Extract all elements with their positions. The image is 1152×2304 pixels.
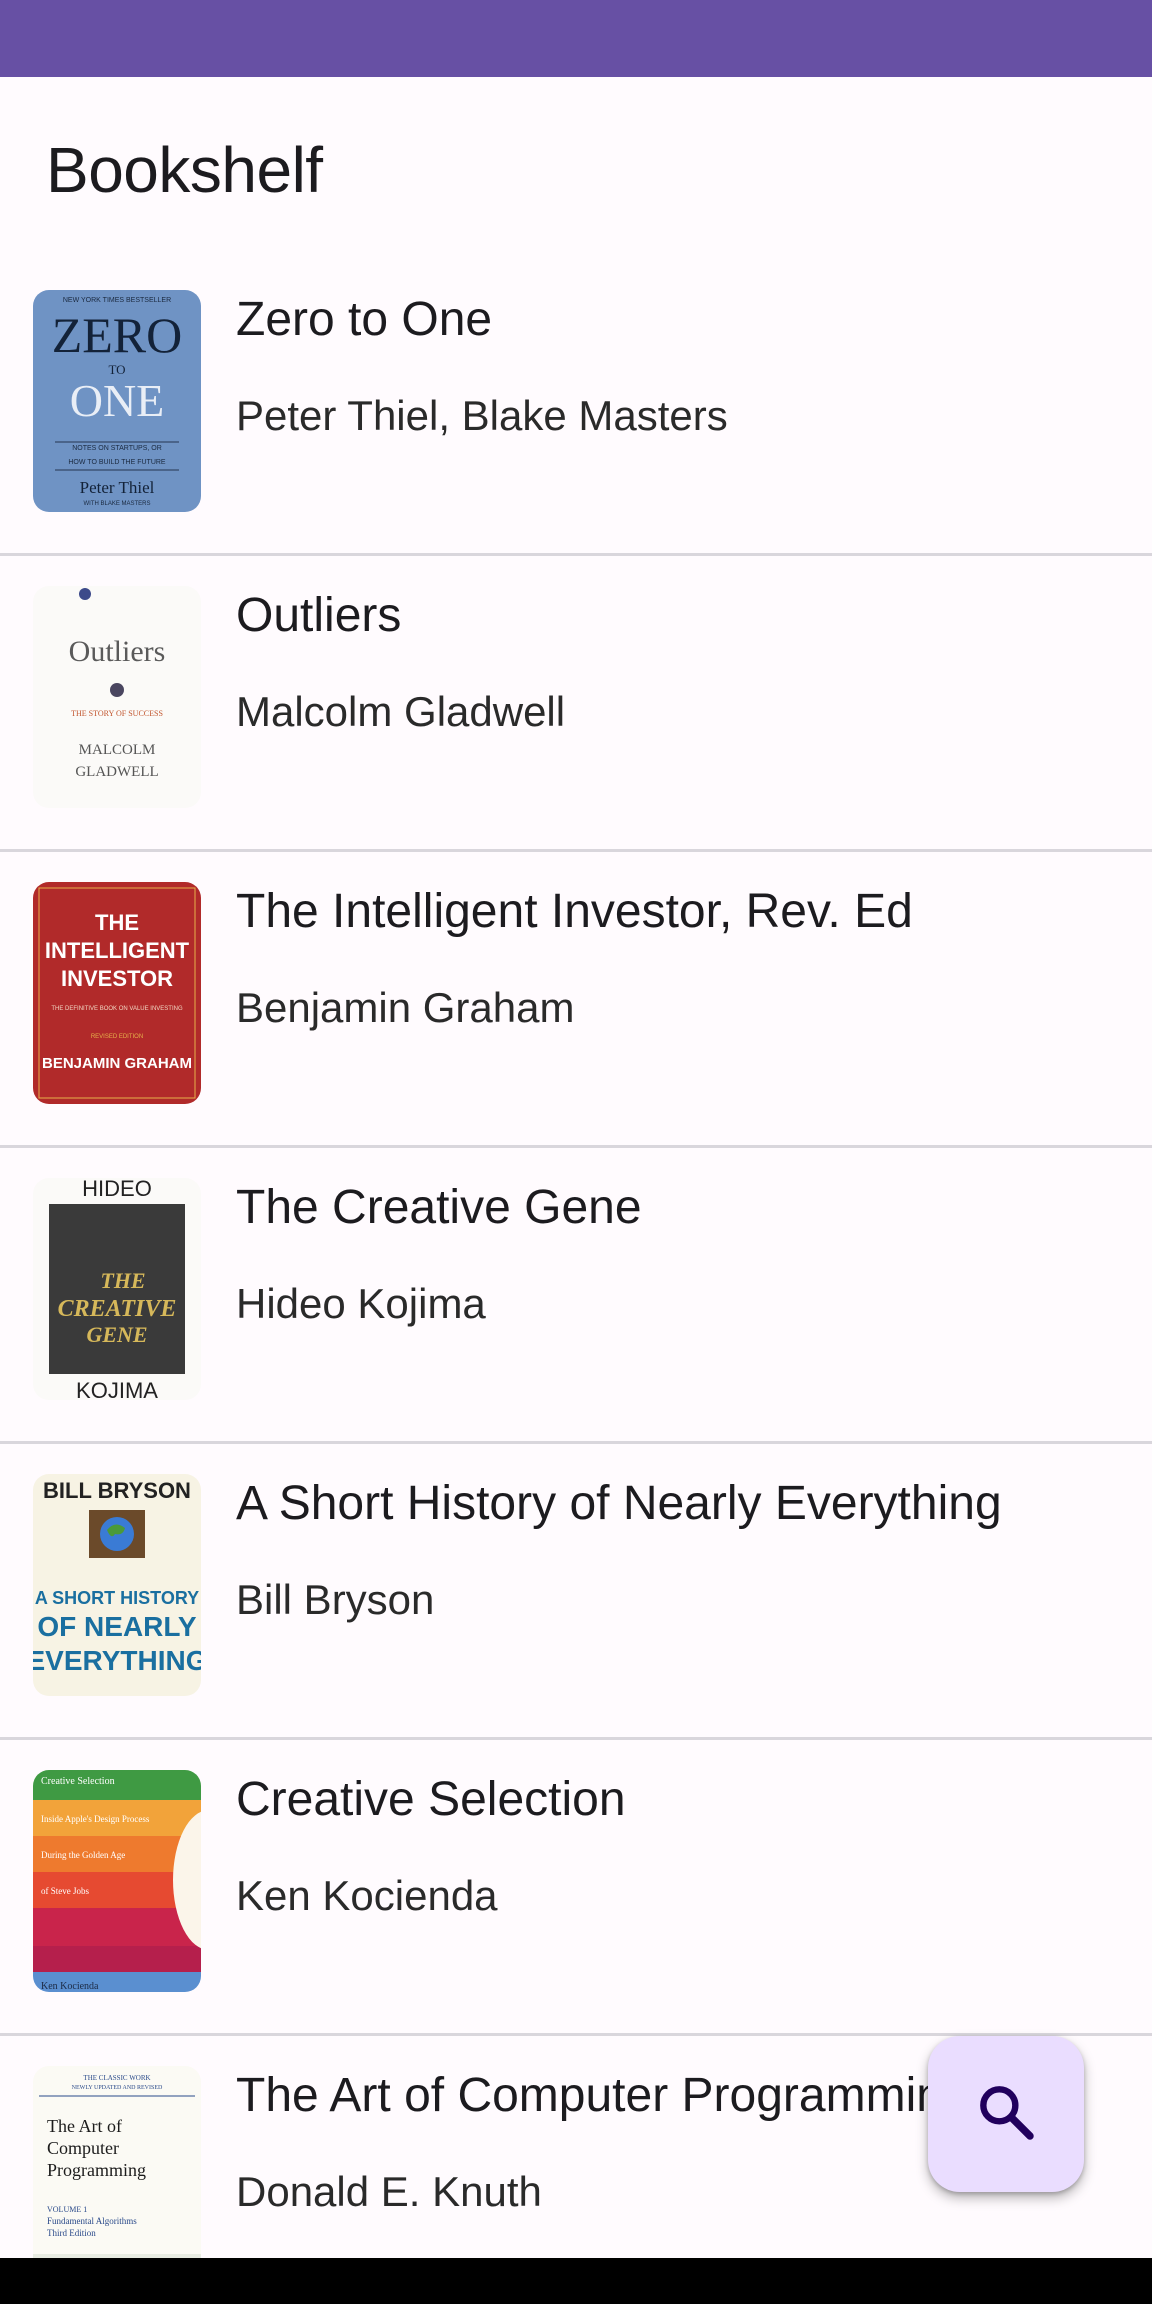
cover-text: NOTES ON STARTUPS, OR [72, 445, 162, 452]
cover-text: EVERYTHING [33, 1645, 201, 1676]
cover-text: OF NEARLY [37, 1611, 197, 1642]
book-cover-image: BILL BRYSON A SHORT HISTORY OF NEARLY EV… [33, 1474, 201, 1696]
cover-text: Fundamental Algorithms [47, 2216, 137, 2226]
cover-text: REVISED EDITION [91, 1034, 143, 1040]
book-cover-image: THE CLASSIC WORK NEWLY UPDATED AND REVIS… [33, 2066, 201, 2258]
cover-text: BENJAMIN GRAHAM [42, 1055, 192, 1072]
book-author: Peter Thiel, Blake Masters [236, 392, 728, 439]
book-cover-image: HIDEO THE CREATIVE GENE KOJIMA [33, 1178, 201, 1400]
cover-text: Computer [47, 2138, 119, 2158]
status-bar [0, 0, 1152, 77]
cover-text: Creative Selection [41, 1776, 115, 1787]
book-author: Bill Bryson [236, 1576, 435, 1623]
book-cover-image: THE INTELLIGENT INVESTOR THE DEFINITIVE … [33, 882, 201, 1104]
book-row[interactable]: Outliers THE STORY OF SUCCESS MALCOLM GL… [0, 556, 1152, 852]
cover-text: Inside Apple's Design Process [41, 1814, 150, 1824]
cover-text: NEW YORK TIMES BESTSELLER [63, 297, 171, 304]
cover-text: Ken Kocienda [41, 1981, 99, 1992]
cover-text: Peter Thiel [80, 478, 155, 497]
cover-text: THE [95, 910, 139, 935]
cover-text: THE DEFINITIVE BOOK ON VALUE INVESTING [51, 1006, 183, 1012]
cover-text: THE [100, 1268, 145, 1293]
book-row[interactable]: BILL BRYSON A SHORT HISTORY OF NEARLY EV… [0, 1444, 1152, 1740]
cover-text: ONE [70, 375, 165, 426]
cover-text: KOJIMA [76, 1378, 158, 1400]
search-fab-button[interactable] [928, 2036, 1084, 2192]
book-author: Ken Kocienda [236, 1872, 498, 1919]
cover-text: THE CLASSIC WORK [83, 2074, 150, 2082]
page-title: Bookshelf [46, 134, 323, 206]
cover-text: of Steve Jobs [41, 1886, 89, 1896]
cover-text: NEWLY UPDATED AND REVISED [72, 2085, 163, 2091]
book-row[interactable]: HIDEO THE CREATIVE GENE KOJIMA The Creat… [0, 1148, 1152, 1444]
cover-text: GLADWELL [75, 764, 158, 780]
cover-text: Programming [47, 2160, 146, 2180]
cover-text: Outliers [69, 635, 166, 668]
cover-text: During the Golden Age [41, 1850, 125, 1860]
search-icon [974, 2080, 1038, 2149]
cover-text: HIDEO [82, 1178, 152, 1201]
book-title: A Short History of Nearly Everything [236, 1477, 1002, 1530]
book-author: Hideo Kojima [236, 1280, 486, 1327]
book-row[interactable]: Creative Selection Inside Apple's Design… [0, 1740, 1152, 2036]
book-title: Creative Selection [236, 1773, 626, 1826]
book-title: Zero to One [236, 293, 493, 346]
cover-text: THE STORY OF SUCCESS [71, 709, 163, 718]
book-cover-image: Outliers THE STORY OF SUCCESS MALCOLM GL… [33, 586, 201, 808]
cover-text: INTELLIGENT [45, 938, 190, 963]
book-title: The Art of Computer Programming [236, 2069, 970, 2122]
cover-text: INVESTOR [61, 966, 173, 991]
cover-text: The Art of [47, 2116, 122, 2136]
book-row[interactable]: NEW YORK TIMES BESTSELLER ZERO TO ONE NO… [0, 260, 1152, 556]
cover-text: Third Edition [47, 2228, 96, 2238]
book-author: Donald E. Knuth [236, 2168, 542, 2215]
cover-text: A SHORT HISTORY [35, 1588, 199, 1608]
book-cover-image: Creative Selection Inside Apple's Design… [33, 1770, 201, 1992]
cover-text: BILL BRYSON [43, 1478, 191, 1503]
cover-text: MALCOLM [79, 742, 156, 758]
book-row[interactable]: THE INTELLIGENT INVESTOR THE DEFINITIVE … [0, 852, 1152, 1148]
book-list[interactable]: NEW YORK TIMES BESTSELLER ZERO TO ONE NO… [0, 260, 1152, 2258]
cover-text: WITH BLAKE MASTERS [83, 501, 150, 507]
book-author: Benjamin Graham [236, 984, 575, 1031]
cover-text: VOLUME 1 [47, 2205, 87, 2214]
book-title: The Creative Gene [236, 1181, 642, 1234]
cover-text: HOW TO BUILD THE FUTURE [68, 459, 166, 466]
navigation-bar [0, 2258, 1152, 2304]
cover-text: CREATIVE [58, 1296, 177, 1322]
cover-text: GENE [86, 1322, 147, 1347]
book-cover-image: NEW YORK TIMES BESTSELLER ZERO TO ONE NO… [33, 290, 201, 512]
cover-text: ZERO [52, 307, 183, 363]
book-title: Outliers [236, 589, 402, 642]
book-author: Malcolm Gladwell [236, 688, 566, 735]
book-title: The Intelligent Investor, Rev. Ed [236, 885, 913, 938]
